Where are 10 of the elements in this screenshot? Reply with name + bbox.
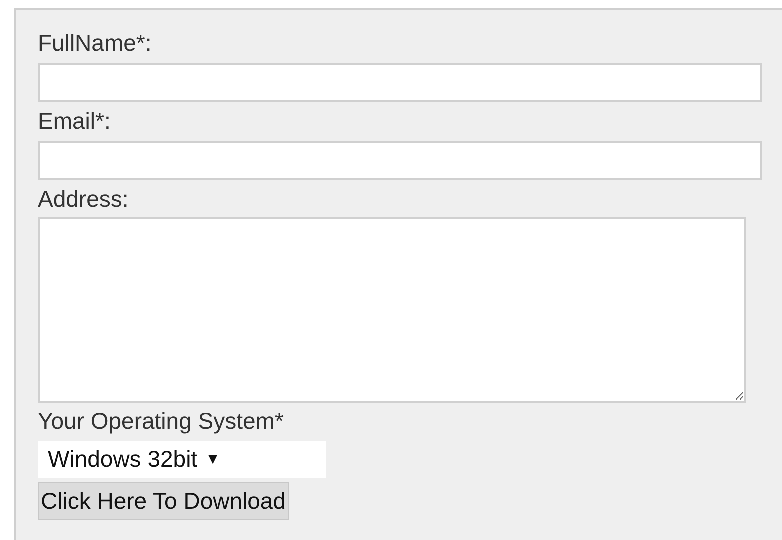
os-dropdown[interactable]: Windows 32bit ▼ [38, 441, 326, 478]
field-label: FullName*: [38, 29, 152, 58]
download-button[interactable]: Click Here To Download [38, 482, 290, 520]
field-label: Email*: [38, 107, 111, 136]
address-field[interactable] [38, 217, 746, 403]
field-label: Your Operating System* [38, 407, 284, 436]
input-field[interactable] [38, 141, 762, 180]
caret-icon: ▼ [206, 451, 220, 468]
input-field[interactable] [38, 63, 762, 102]
field-label: Address: [38, 185, 129, 214]
